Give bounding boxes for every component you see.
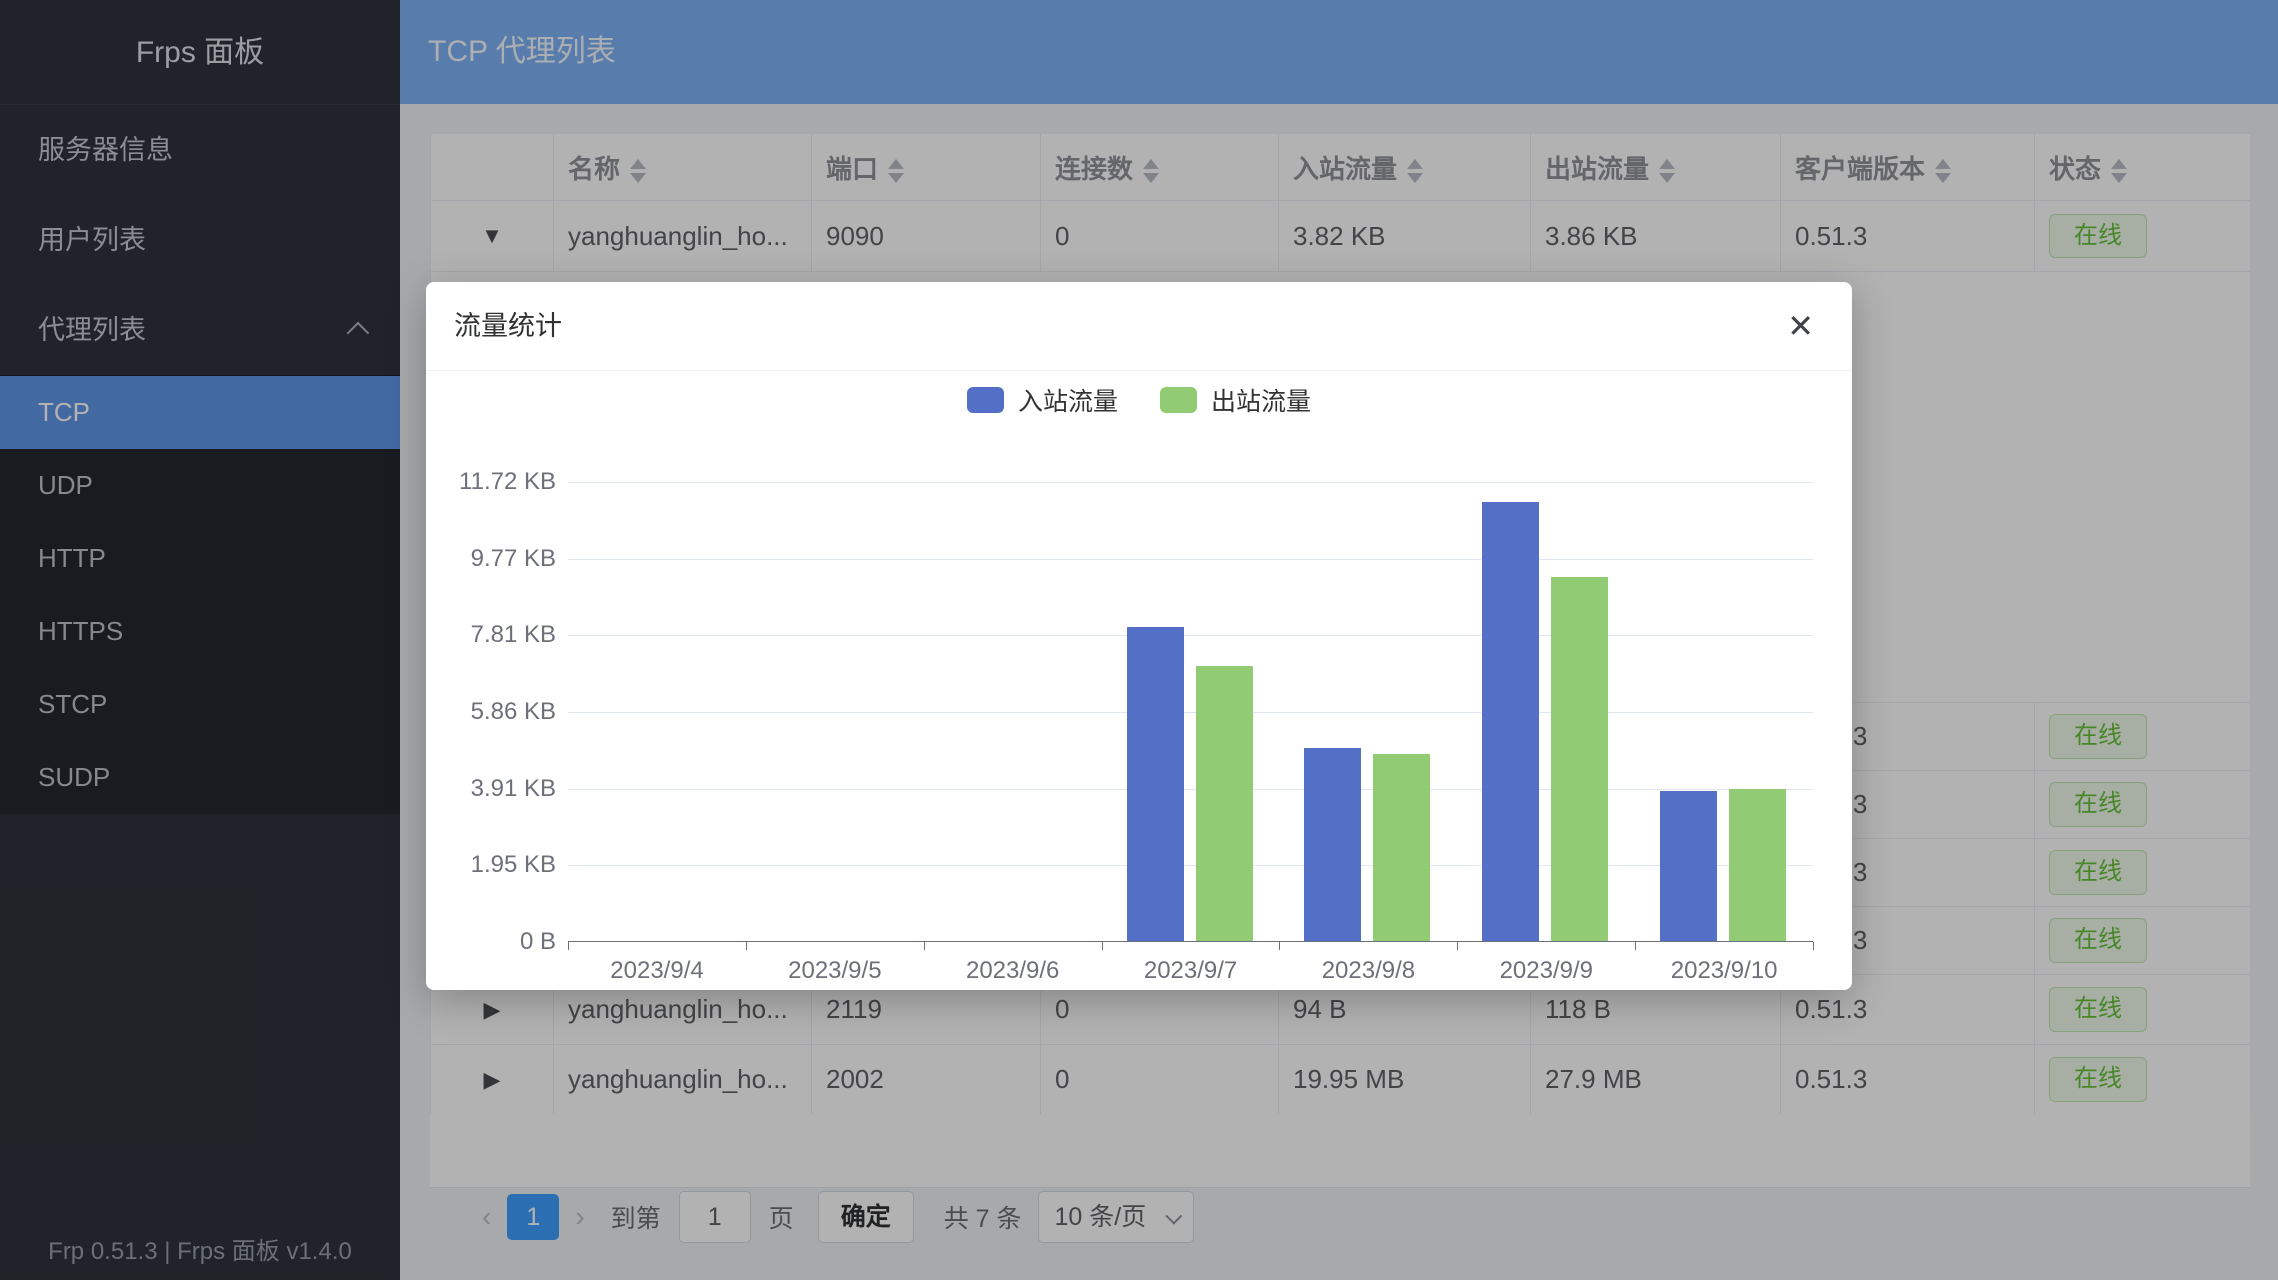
dialog-header: 流量统计 ✕ (426, 282, 1852, 371)
bar-inbound[interactable] (1304, 748, 1361, 941)
bar-inbound[interactable] (1127, 627, 1184, 941)
x-axis-tick (924, 942, 925, 950)
bar-inbound[interactable] (1660, 791, 1717, 941)
x-axis-tick-label: 2023/9/5 (746, 957, 924, 985)
y-axis-tick-label: 9.77 KB (426, 545, 556, 573)
y-axis-tick-label: 0 B (426, 928, 556, 956)
gridline (568, 865, 1813, 866)
bar-outbound[interactable] (1729, 789, 1786, 941)
gridline (568, 482, 1813, 483)
x-axis-tick-label: 2023/9/10 (1635, 957, 1813, 985)
x-axis-tick (1635, 942, 1636, 950)
bar-inbound[interactable] (1482, 502, 1539, 941)
x-axis-tick (746, 942, 747, 950)
x-axis-tick (1813, 942, 1814, 950)
x-axis-tick (1102, 942, 1103, 950)
x-axis-tick-label: 2023/9/6 (924, 957, 1102, 985)
traffic-stats-dialog: 流量统计 ✕ 入站流量 出站流量 11.72 KB 9.77 KB 7.81 KB 5.… (426, 282, 1852, 990)
legend-swatch-inbound[interactable] (967, 387, 1004, 413)
legend-swatch-outbound[interactable] (1160, 387, 1197, 413)
y-axis-tick-label: 7.81 KB (426, 621, 556, 649)
y-axis-tick-label: 11.72 KB (426, 468, 556, 496)
x-axis-tick (568, 942, 569, 950)
gridline (568, 789, 1813, 790)
x-axis-tick-label: 2023/9/8 (1279, 957, 1457, 985)
x-axis-tick (1279, 942, 1280, 950)
x-axis-tick-label: 2023/9/4 (568, 957, 746, 985)
x-axis-tick (1457, 942, 1458, 950)
dialog-title: 流量统计 (426, 282, 1852, 371)
gridline (568, 635, 1813, 636)
x-axis-line (568, 941, 1813, 942)
y-axis-tick-label: 5.86 KB (426, 698, 556, 726)
legend-label: 入站流量 (1018, 382, 1118, 418)
chart-legend: 入站流量 出站流量 (426, 382, 1852, 418)
gridline (568, 559, 1813, 560)
bar-chart-plot (568, 482, 1813, 942)
bar-outbound[interactable] (1196, 666, 1253, 941)
x-axis-tick-label: 2023/9/7 (1102, 957, 1280, 985)
bar-outbound[interactable] (1373, 754, 1430, 941)
gridline (568, 712, 1813, 713)
y-axis-tick-label: 1.95 KB (426, 851, 556, 879)
y-axis-tick-label: 3.91 KB (426, 775, 556, 803)
bar-outbound[interactable] (1551, 577, 1608, 941)
close-icon[interactable]: ✕ (1779, 282, 1822, 371)
legend-label: 出站流量 (1211, 382, 1311, 418)
x-axis-tick-label: 2023/9/9 (1457, 957, 1635, 985)
